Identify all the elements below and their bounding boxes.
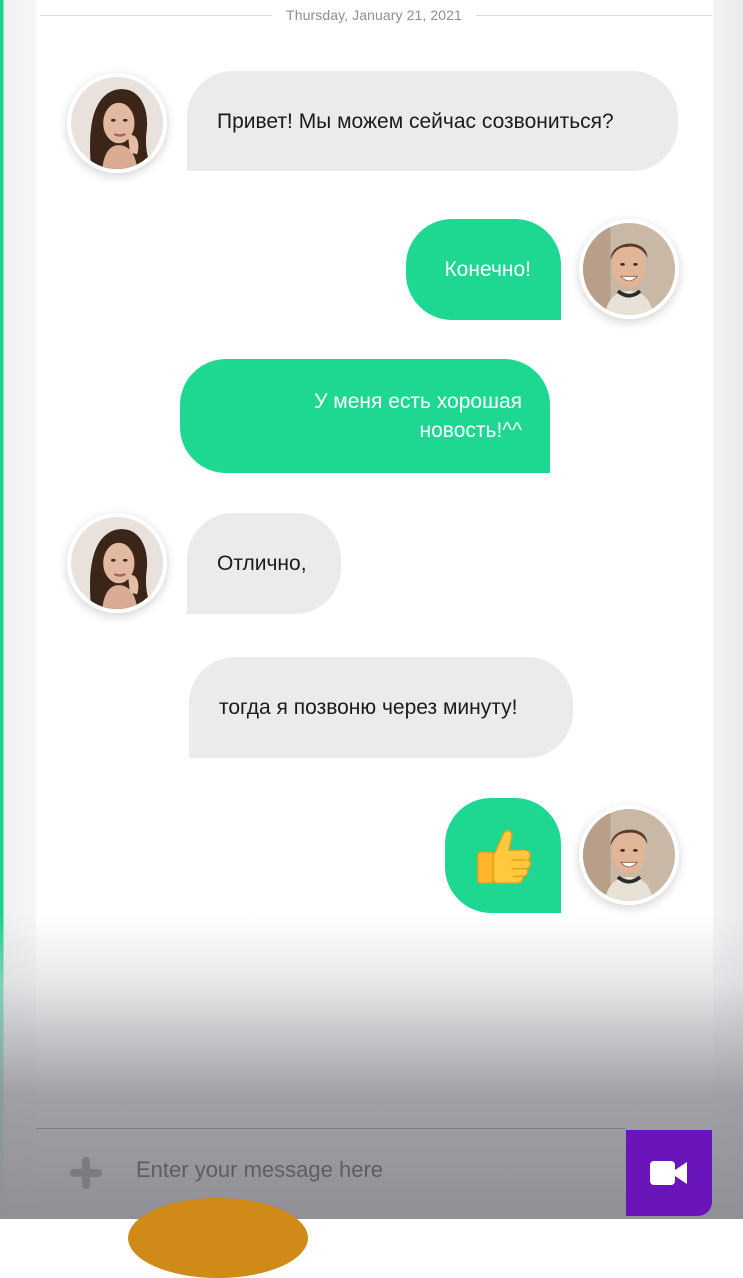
plus-icon[interactable] (68, 1155, 104, 1191)
date-divider-right (476, 15, 712, 16)
partial-orange-shape (128, 1198, 308, 1278)
message-text: Привет! Мы можем сейчас созвониться? (217, 109, 614, 133)
composer-divider (36, 1128, 626, 1129)
video-call-button[interactable] (626, 1130, 712, 1216)
video-camera-icon (650, 1161, 687, 1185)
date-divider-left (40, 15, 272, 16)
contact-avatar[interactable] (67, 73, 167, 173)
message-bubble-incoming[interactable]: тогда я позвоню через минуту! (189, 657, 573, 758)
message-text: У меня есть хорошая новость!^^ (314, 390, 522, 442)
message-bubble-incoming[interactable]: Привет! Мы можем сейчас созвониться? (187, 71, 678, 171)
message-bubble-outgoing[interactable] (445, 798, 561, 913)
user-avatar[interactable] (579, 805, 679, 905)
message-text: Отлично, (217, 552, 307, 575)
message-bubble-outgoing[interactable]: Конечно! (406, 219, 561, 320)
user-avatar[interactable] (579, 219, 679, 319)
message-bubble-outgoing[interactable]: У меня есть хорошая новость!^^ (180, 359, 550, 473)
message-text: Конечно! (444, 258, 531, 281)
message-text: тогда я позвоню через минуту! (219, 696, 518, 719)
message-input[interactable] (136, 1150, 606, 1190)
thumbs-up-icon (477, 830, 532, 884)
contact-avatar[interactable] (67, 513, 167, 613)
message-bubble-incoming[interactable]: Отлично, (187, 513, 341, 614)
date-separator: Thursday, January 21, 2021 (36, 6, 713, 26)
date-label: Thursday, January 21, 2021 (286, 7, 462, 23)
